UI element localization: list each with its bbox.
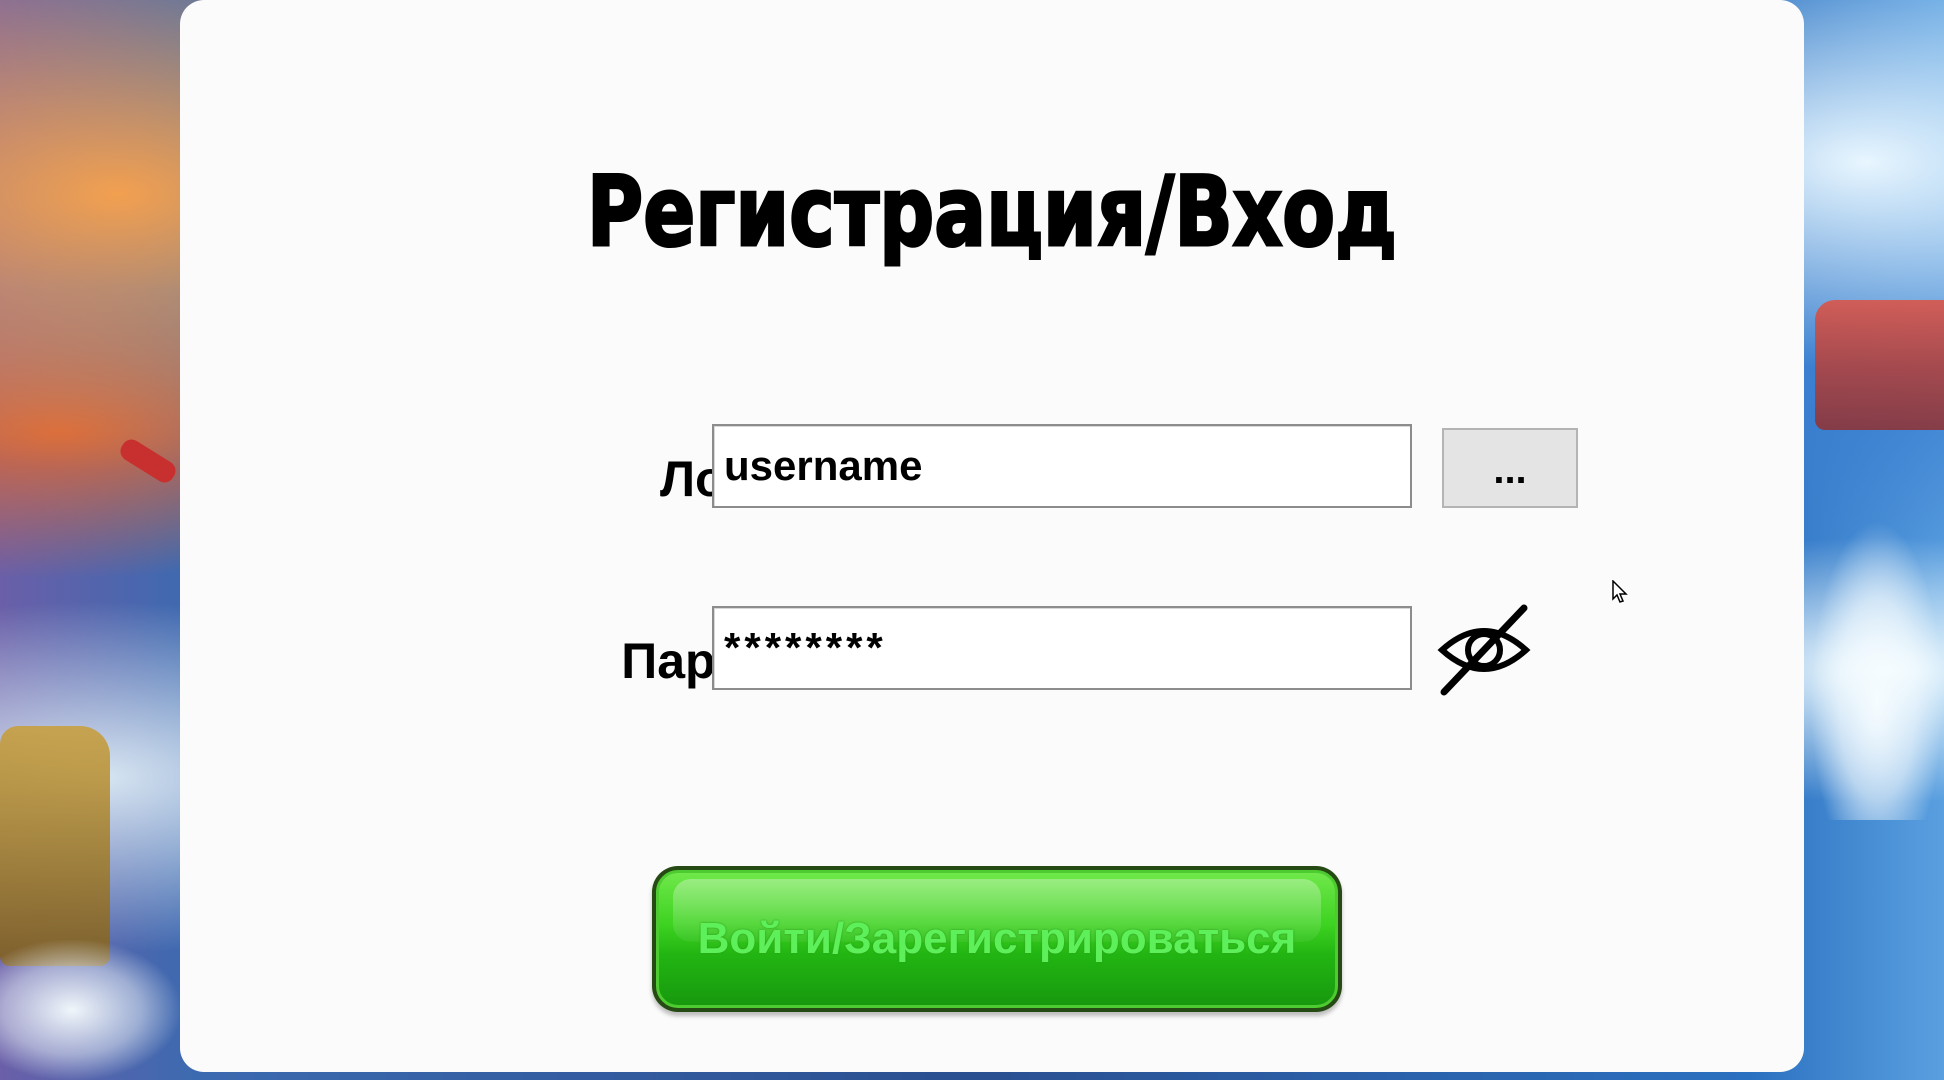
login-input[interactable] — [712, 424, 1412, 508]
submit-button-frame: Войти/Зарегистрироваться — [652, 866, 1342, 1012]
dialog-title: Регистрация/Вход — [586, 155, 1399, 270]
background-ship-right — [1815, 300, 1944, 430]
background-splash-right — [1810, 520, 1944, 820]
login-register-button[interactable]: Войти/Зарегистрироваться — [656, 870, 1338, 1008]
background-ship-left — [0, 726, 110, 966]
submit-button-label: Войти/Зарегистрироваться — [697, 914, 1297, 963]
browse-button[interactable]: ... — [1442, 428, 1578, 508]
login-dialog: Регистрация/Вход Логин: ... Пароль: Войт… — [180, 0, 1804, 1072]
password-input[interactable] — [712, 606, 1412, 690]
eye-slash-icon[interactable] — [1436, 604, 1532, 696]
mouse-pointer-icon — [1612, 580, 1628, 603]
background-splash-left — [0, 940, 180, 1080]
